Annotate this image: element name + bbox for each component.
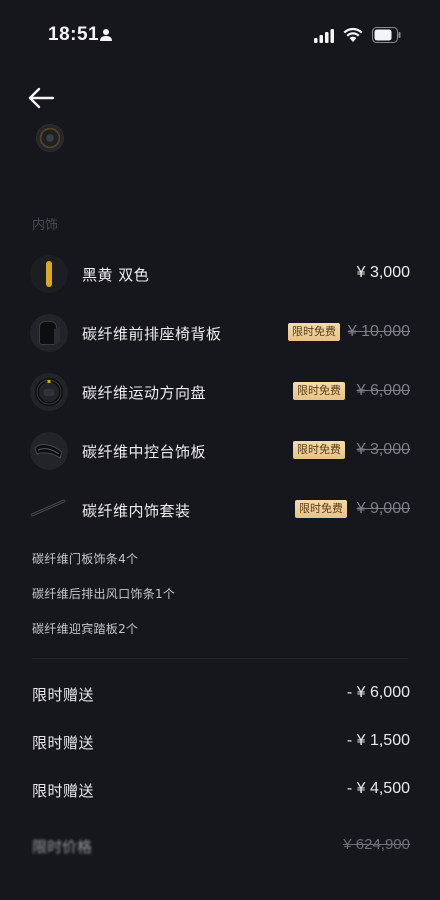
console-trim-thumbnail bbox=[30, 432, 68, 470]
option-row-carbon-seat-back[interactable]: 碳纤维前排座椅背板 限时免费 ¥ 10,000 bbox=[30, 311, 410, 357]
total-label: 限时价格 bbox=[32, 838, 93, 856]
gift-amount: - ¥ 1,500 bbox=[346, 732, 410, 749]
section-title-interior: 内饰 bbox=[32, 218, 59, 233]
interior-kit-thumbnail bbox=[30, 491, 68, 529]
option-name: 碳纤维前排座椅背板 bbox=[82, 325, 222, 343]
gift-label: 限时赠送 bbox=[32, 686, 95, 704]
option-name: 黑黄 双色 bbox=[82, 266, 150, 284]
status-bar: 18:51 bbox=[0, 0, 440, 72]
option-price: ¥ 3,000 bbox=[356, 264, 410, 281]
option-row-carbon-interior-kit[interactable]: 碳纤维内饰套装 限时免费 ¥ 9,000 bbox=[30, 488, 410, 534]
limited-free-badge: 限时免费 bbox=[293, 441, 345, 459]
option-row-black-yellow[interactable]: 黑黄 双色 ¥ 3,000 bbox=[30, 252, 410, 298]
option-name: 碳纤维运动方向盘 bbox=[82, 384, 207, 402]
kit-sub-item: 碳纤维迎宾踏板2个 bbox=[32, 622, 139, 636]
option-row-carbon-steering-wheel[interactable]: 碳纤维运动方向盘 限时免费 ¥ 6,000 bbox=[30, 370, 410, 416]
gift-row: 限时赠送 - ¥ 6,000 bbox=[32, 684, 410, 708]
steering-wheel-thumbnail bbox=[30, 373, 68, 411]
cellular-signal-icon bbox=[314, 29, 334, 43]
gift-row: 限时赠送 - ¥ 4,500 bbox=[32, 780, 410, 804]
status-time: 18:51 bbox=[48, 24, 100, 45]
option-row-carbon-console-trim[interactable]: 碳纤维中控台饰板 限时免费 ¥ 3,000 bbox=[30, 429, 410, 475]
wifi-icon bbox=[343, 27, 363, 42]
total-original-price: ¥ 624,900 bbox=[343, 836, 410, 853]
option-name: 碳纤维中控台饰板 bbox=[82, 443, 207, 461]
option-original-price: ¥ 6,000 bbox=[356, 382, 410, 399]
gift-label: 限时赠送 bbox=[32, 734, 95, 752]
limited-free-badge: 限时免费 bbox=[295, 500, 347, 518]
option-original-price: ¥ 9,000 bbox=[356, 500, 410, 517]
section-divider bbox=[32, 658, 408, 659]
carbon-seat-back-thumbnail bbox=[30, 314, 68, 352]
limited-free-badge: 限时免费 bbox=[288, 323, 340, 341]
gift-amount: - ¥ 6,000 bbox=[346, 684, 410, 701]
limited-free-badge: 限时免费 bbox=[293, 382, 345, 400]
total-row: 限时价格 ¥ 624,900 bbox=[32, 836, 410, 858]
back-arrow-icon[interactable] bbox=[26, 84, 56, 112]
person-icon bbox=[100, 29, 112, 41]
gift-row: 限时赠送 - ¥ 1,500 bbox=[32, 732, 410, 756]
kit-sub-item: 碳纤维门板饰条4个 bbox=[32, 552, 139, 566]
gift-amount: - ¥ 4,500 bbox=[346, 780, 410, 797]
black-yellow-swatch-thumbnail bbox=[30, 255, 68, 293]
gift-label: 限时赠送 bbox=[32, 782, 95, 800]
wheel-thumbnail bbox=[36, 124, 64, 152]
option-original-price: ¥ 3,000 bbox=[356, 441, 410, 458]
option-original-price: ¥ 10,000 bbox=[347, 323, 410, 340]
kit-sub-item: 碳纤维后排出风口饰条1个 bbox=[32, 587, 176, 601]
battery-icon bbox=[372, 27, 401, 43]
option-name: 碳纤维内饰套装 bbox=[82, 502, 191, 520]
